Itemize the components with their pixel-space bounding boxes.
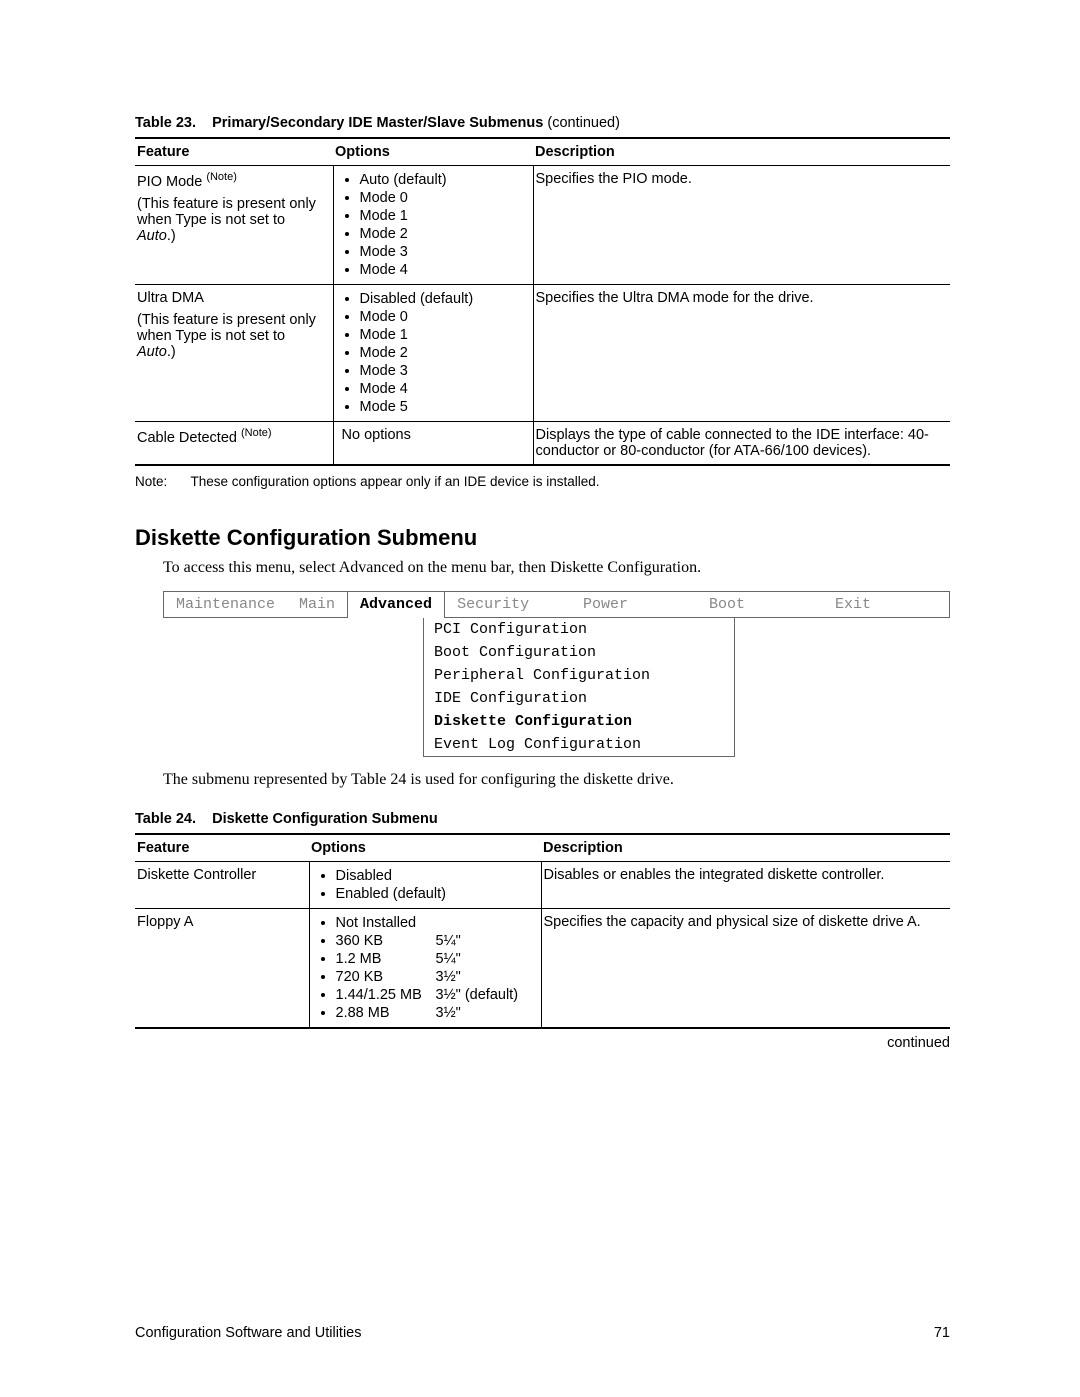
row-description: Disables or enables the integrated diske… — [541, 862, 950, 909]
option-item: Mode 2 — [360, 225, 527, 243]
option-item: Mode 0 — [360, 308, 527, 326]
continued-label: continued — [135, 1035, 950, 1051]
footer-right: 71 — [934, 1325, 950, 1341]
option-item: Mode 0 — [360, 189, 527, 207]
table-row: Floppy A Not Installed 360 KB5¼" 1.2 MB5… — [135, 909, 950, 1029]
submenu-item: PCI Configuration — [424, 618, 734, 641]
option-item: Mode 3 — [360, 243, 527, 261]
row-description: Specifies the capacity and physical size… — [541, 909, 950, 1029]
th-description: Description — [541, 834, 950, 862]
table24-caption-title: Diskette Configuration Submenu — [212, 811, 438, 827]
feature-note-ref: (Note) — [206, 171, 237, 183]
menu-tab-active: Advanced — [347, 592, 445, 618]
table23: Feature Options Description PIO Mode (No… — [135, 137, 950, 466]
page-footer: Configuration Software and Utilities 71 — [135, 1325, 950, 1341]
menu-tab: Security — [445, 592, 571, 618]
bios-menubar-diagram: Maintenance Main Advanced Security Power… — [163, 591, 950, 757]
table23-caption-prefix: Table 23. — [135, 115, 196, 131]
submenu-item: Peripheral Configuration — [424, 664, 734, 687]
table24-caption-prefix: Table 24. — [135, 811, 196, 827]
option-item: Not Installed — [336, 914, 535, 932]
table23-caption: Table 23. Primary/Secondary IDE Master/S… — [135, 115, 950, 135]
feature-condition-post: .) — [167, 344, 176, 360]
option-item: Auto (default) — [360, 171, 527, 189]
section-intro: To access this menu, select Advanced on … — [163, 559, 950, 577]
table23-caption-title: Primary/Secondary IDE Master/Slave Subme… — [212, 115, 543, 131]
row-description: Displays the type of cable connected to … — [533, 422, 950, 466]
menu-tab: Boot — [697, 592, 823, 618]
option-item: 1.44/1.25 MB3½" (default) — [336, 986, 535, 1004]
submenu-item: Event Log Configuration — [424, 733, 734, 756]
th-feature: Feature — [135, 834, 309, 862]
table24: Feature Options Description Diskette Con… — [135, 833, 950, 1029]
option-item: Mode 3 — [360, 362, 527, 380]
feature-condition-post: .) — [167, 228, 176, 244]
options-text: No options — [333, 422, 533, 466]
row-description: Specifies the Ultra DMA mode for the dri… — [533, 285, 950, 422]
table-row: Ultra DMA (This feature is present only … — [135, 285, 950, 422]
option-item: Mode 4 — [360, 380, 527, 398]
feature-condition-italic: Auto — [137, 344, 167, 360]
menu-tab: Power — [571, 592, 697, 618]
note-label: Note: — [135, 474, 187, 489]
menu-tab: Main — [287, 592, 347, 618]
submenu-item-selected: Diskette Configuration — [424, 710, 734, 733]
table-row: Diskette Controller Disabled Enabled (de… — [135, 862, 950, 909]
feature-name: Cable Detected — [137, 430, 241, 446]
table-row: Cable Detected (Note) No options Display… — [135, 422, 950, 466]
note-text: These configuration options appear only … — [191, 474, 600, 489]
feature-condition-italic: Auto — [137, 228, 167, 244]
table23-caption-suffix: (continued) — [543, 115, 620, 131]
feature-note-ref: (Note) — [241, 427, 272, 439]
option-item: Mode 1 — [360, 207, 527, 225]
submenu-item: Boot Configuration — [424, 641, 734, 664]
option-item: Mode 5 — [360, 398, 527, 416]
th-feature: Feature — [135, 138, 333, 166]
feature-condition-pre: (This feature is present only when Type … — [137, 312, 316, 344]
option-item: Mode 4 — [360, 261, 527, 279]
feature-name: Ultra DMA — [137, 290, 204, 306]
option-item: 720 KB3½" — [336, 968, 535, 986]
feature-name: Floppy A — [135, 909, 309, 1029]
option-item: 360 KB5¼" — [336, 932, 535, 950]
feature-condition-pre: (This feature is present only when Type … — [137, 196, 316, 228]
row-description: Specifies the PIO mode. — [533, 166, 950, 285]
table24-caption: Table 24. Diskette Configuration Submenu — [135, 811, 950, 831]
footer-left: Configuration Software and Utilities — [135, 1325, 361, 1341]
option-item: Mode 2 — [360, 344, 527, 362]
feature-name: Diskette Controller — [135, 862, 309, 909]
option-item: Disabled (default) — [360, 290, 527, 308]
option-item: Enabled (default) — [336, 885, 535, 903]
menu-tab: Exit — [823, 592, 949, 618]
option-item: Mode 1 — [360, 326, 527, 344]
menu-tab: Maintenance — [164, 592, 287, 618]
th-options: Options — [333, 138, 533, 166]
th-options: Options — [309, 834, 541, 862]
option-item: Disabled — [336, 867, 535, 885]
section-heading: Diskette Configuration Submenu — [135, 525, 950, 551]
option-item: 2.88 MB3½" — [336, 1004, 535, 1022]
submenu-item: IDE Configuration — [424, 687, 734, 710]
section-intro2: The submenu represented by Table 24 is u… — [163, 771, 950, 789]
table-row: PIO Mode (Note) (This feature is present… — [135, 166, 950, 285]
table23-note: Note: These configuration options appear… — [135, 474, 950, 489]
feature-name: PIO Mode — [137, 174, 206, 190]
option-item: 1.2 MB5¼" — [336, 950, 535, 968]
th-description: Description — [533, 138, 950, 166]
